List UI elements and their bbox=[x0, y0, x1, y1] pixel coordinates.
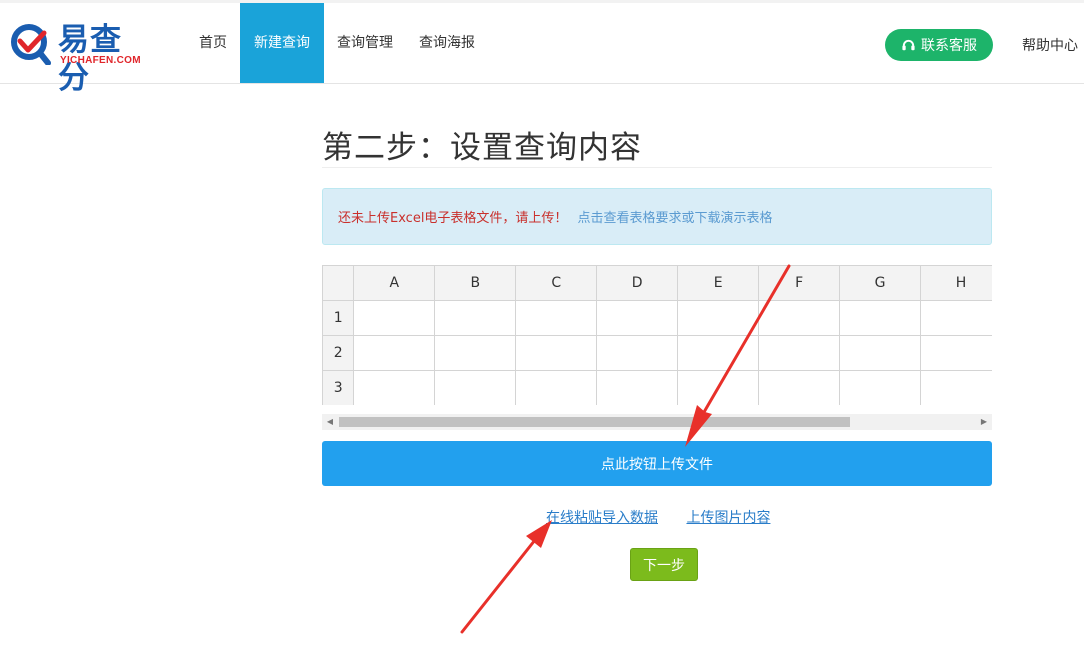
column-header[interactable]: E bbox=[677, 265, 760, 301]
table-row: 1 bbox=[322, 300, 992, 336]
nav-query-management[interactable]: 查询管理 bbox=[324, 3, 406, 83]
grid-cell[interactable] bbox=[758, 300, 841, 336]
help-center-link[interactable]: 帮助中心 bbox=[1022, 35, 1078, 55]
grid-cell[interactable] bbox=[434, 300, 517, 336]
main-nav: 首页 新建查询 查询管理 查询海报 bbox=[186, 3, 488, 83]
row-header[interactable]: 1 bbox=[322, 300, 355, 336]
title-divider bbox=[322, 167, 992, 168]
grid-cell[interactable] bbox=[758, 370, 841, 405]
grid-cell[interactable] bbox=[596, 335, 679, 371]
column-header[interactable]: B bbox=[434, 265, 517, 301]
grid-cell[interactable] bbox=[515, 370, 598, 405]
site-header: 易查分 YICHAFEN.COM 首页 新建查询 查询管理 查询海报 联系客服 … bbox=[0, 3, 1084, 96]
column-header-row: A B C D E F G H bbox=[322, 265, 992, 301]
paste-import-link[interactable]: 在线粘贴导入数据 bbox=[546, 510, 658, 526]
grid-cell[interactable] bbox=[839, 370, 922, 405]
upload-file-button[interactable]: 点此按钮上传文件 bbox=[322, 441, 992, 486]
table-requirements-link[interactable]: 点击查看表格要求或下载演示表格 bbox=[577, 207, 772, 226]
grid-cell[interactable] bbox=[434, 335, 517, 371]
corner-cell bbox=[322, 265, 355, 301]
grid-cell[interactable] bbox=[677, 370, 760, 405]
scroll-left-icon[interactable]: ◀ bbox=[322, 414, 338, 430]
nav-home[interactable]: 首页 bbox=[186, 3, 240, 83]
grid-cell[interactable] bbox=[515, 300, 598, 336]
grid-cell[interactable] bbox=[758, 335, 841, 371]
column-header[interactable]: F bbox=[758, 265, 841, 301]
arrow-to-paste-import-link bbox=[460, 520, 552, 634]
column-header[interactable]: D bbox=[596, 265, 679, 301]
grid-cell[interactable] bbox=[920, 300, 992, 336]
contact-support-button[interactable]: 联系客服 bbox=[885, 29, 993, 61]
column-header[interactable]: C bbox=[515, 265, 598, 301]
alert-warning-text: 还未上传Excel电子表格文件，请上传！ bbox=[338, 211, 568, 226]
next-step-button[interactable]: 下一步 bbox=[630, 548, 698, 581]
scrollbar-thumb[interactable] bbox=[339, 417, 850, 427]
grid-cell[interactable] bbox=[515, 335, 598, 371]
spreadsheet-preview: A B C D E F G H 1 2 3 bbox=[322, 265, 992, 405]
upload-alert: 还未上传Excel电子表格文件，请上传！ 点击查看表格要求或下载演示表格 bbox=[322, 188, 992, 245]
page-title: 第二步：设置查询内容 bbox=[322, 130, 642, 166]
grid-cell[interactable] bbox=[596, 300, 679, 336]
grid-cell[interactable] bbox=[434, 370, 517, 405]
site-logo[interactable]: 易查分 YICHAFEN.COM bbox=[10, 21, 150, 96]
grid-cell[interactable] bbox=[839, 335, 922, 371]
grid-cell[interactable] bbox=[677, 300, 760, 336]
column-header[interactable]: G bbox=[839, 265, 922, 301]
spreadsheet-table: A B C D E F G H 1 2 3 bbox=[322, 265, 992, 405]
nav-query-poster[interactable]: 查询海报 bbox=[406, 3, 488, 83]
column-header[interactable]: A bbox=[353, 265, 436, 301]
table-row: 2 bbox=[322, 335, 992, 371]
grid-cell[interactable] bbox=[839, 300, 922, 336]
nav-new-query[interactable]: 新建查询 bbox=[240, 3, 324, 83]
scroll-right-icon[interactable]: ▶ bbox=[976, 414, 992, 430]
grid-cell[interactable] bbox=[353, 335, 436, 371]
row-header[interactable]: 2 bbox=[322, 335, 355, 371]
import-options: 在线粘贴导入数据 上传图片内容 bbox=[546, 507, 770, 527]
grid-cell[interactable] bbox=[677, 335, 760, 371]
grid-cell[interactable] bbox=[596, 370, 679, 405]
grid-cell[interactable] bbox=[353, 370, 436, 405]
upload-image-link[interactable]: 上传图片内容 bbox=[686, 510, 770, 526]
logo-check-icon bbox=[11, 24, 51, 65]
grid-cell[interactable] bbox=[920, 370, 992, 405]
grid-cell[interactable] bbox=[920, 335, 992, 371]
headset-icon bbox=[902, 39, 915, 50]
column-header[interactable]: H bbox=[920, 265, 992, 301]
horizontal-scrollbar[interactable]: ◀ ▶ bbox=[322, 414, 992, 430]
logo-domain: YICHAFEN.COM bbox=[60, 55, 141, 66]
table-row: 3 bbox=[322, 370, 992, 405]
row-header[interactable]: 3 bbox=[322, 370, 355, 405]
contact-support-label: 联系客服 bbox=[921, 38, 977, 54]
grid-cell[interactable] bbox=[353, 300, 436, 336]
